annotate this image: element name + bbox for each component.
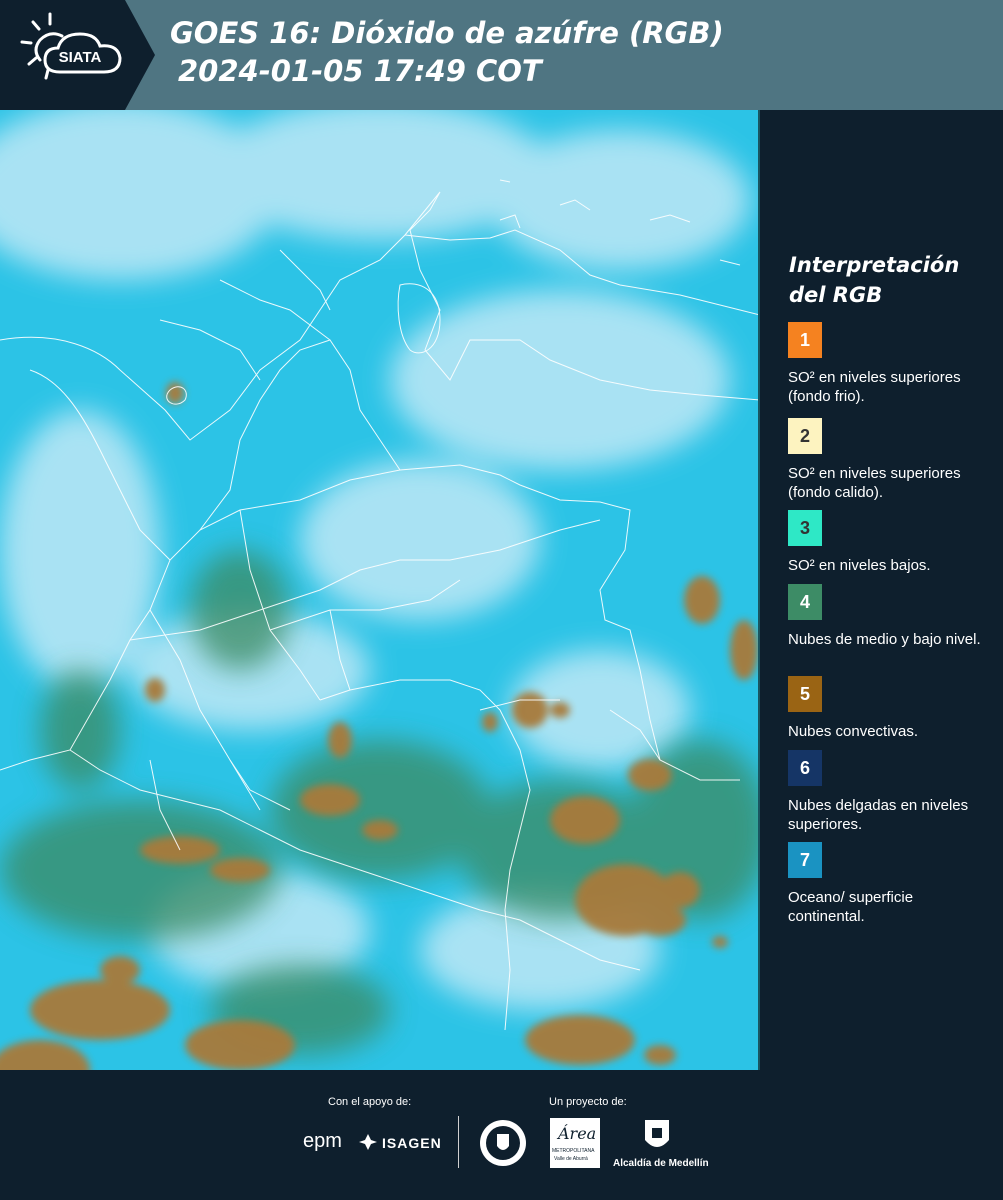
area-metropolitana-sub2: Valle de Aburrá [554,1156,588,1162]
legend-item-7: 7 Oceano/ superficie continental. [788,842,988,926]
area-metropolitana-sub: METROPOLITANA [552,1148,595,1154]
legend-swatch-3: 3 [788,510,822,546]
alcaldia-label[interactable]: Alcaldía de Medellín [613,1158,709,1169]
legend-item-2: 2 SO² en niveles superiores (fondo calid… [788,418,988,502]
title-line-2: 2024-01-05 17:49 COT [178,54,542,88]
isagen-icon [358,1132,378,1152]
project-label: Un proyecto de: [549,1096,627,1108]
page-title: GOES 16: Dióxido de azúfre (RGB) 2024-01… [170,14,724,90]
legend-label-1: SO² en niveles superiores (fondo frio). [788,369,961,405]
legend-label-5: Nubes convectivas. [788,723,919,740]
epm-logo[interactable]: epm [303,1130,342,1153]
legend-label-3: SO² en niveles bajos. [788,557,931,574]
legend-item-4: 4 Nubes de medio y bajo nivel. [788,584,988,649]
legend-swatch-1: 1 [788,322,822,358]
legend-item-1: 1 SO² en niveles superiores (fondo frio)… [788,322,988,406]
legend-swatch-2: 2 [788,418,822,454]
area-metropolitana-title: Área [558,1124,597,1143]
legend-panel: Interpretación del RGB 1 SO² en niveles … [760,110,1003,1070]
header-bar: SIATA GOES 16: Dióxido de azúfre (RGB) 2… [0,0,1003,110]
satellite-map[interactable] [0,110,760,1070]
footer: Con el apoyo de: Un proyecto de: epm ISA… [0,1070,1003,1200]
legend-swatch-4: 4 [788,584,822,620]
medellin-seal-icon[interactable] [478,1118,528,1168]
legend-title: Interpretación del RGB [789,253,960,307]
legend-swatch-5: 5 [788,676,822,712]
footer-divider [458,1116,459,1168]
legend-label-7: Oceano/ superficie continental. [788,889,914,925]
legend-label-6: Nubes delgadas en niveles superiores. [788,797,969,833]
title-line-1: GOES 16: Dióxido de azúfre (RGB) [170,16,724,50]
support-label: Con el apoyo de: [328,1096,412,1108]
legend-item-6: 6 Nubes delgadas en niveles superiores. [788,750,988,834]
legend-swatch-7: 7 [788,842,822,878]
legend-item-5: 5 Nubes convectivas. [788,676,988,741]
siata-logo[interactable]: SIATA [0,0,155,110]
alcaldia-shield-icon [643,1118,671,1154]
legend-label-4: Nubes de medio y bajo nivel. [788,631,981,648]
legend-label-2: SO² en niveles superiores (fondo calido)… [788,465,961,501]
isagen-logo[interactable]: ISAGEN [382,1135,442,1151]
area-metropolitana-logo[interactable]: Área METROPOLITANA Valle de Aburrá [550,1118,600,1168]
siata-logo-text: SIATA [59,49,102,66]
legend-item-3: 3 SO² en niveles bajos. [788,510,988,575]
legend-swatch-6: 6 [788,750,822,786]
